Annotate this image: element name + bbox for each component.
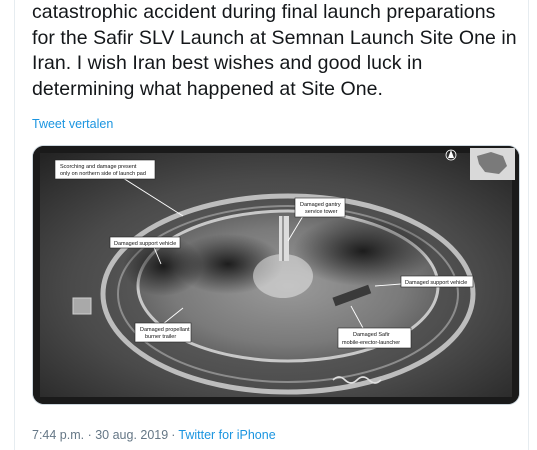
annotation-support-right: Damaged support vehicle bbox=[400, 275, 474, 288]
svg-text:mobile-erector-launcher: mobile-erector-launcher bbox=[342, 340, 400, 346]
source-link[interactable]: Twitter for iPhone bbox=[178, 428, 275, 442]
svg-text:Damaged support vehicle: Damaged support vehicle bbox=[114, 241, 176, 247]
tweet-text-line-1: catastrophic accident during final launc… bbox=[32, 1, 496, 23]
tweet-text-line-3: Iran. I wish Iran best wishes and good l… bbox=[32, 52, 423, 74]
timestamp-link[interactable]: 7:44 p.m. · 30 aug. 2019 bbox=[32, 428, 168, 442]
annotation-propellant: Damaged propellant burner trailer bbox=[134, 322, 192, 343]
svg-text:Damaged Safir: Damaged Safir bbox=[353, 332, 390, 338]
satellite-image: Scorching and damage present only on nor… bbox=[33, 146, 519, 404]
annotation-support-left: Damaged support vehicle bbox=[109, 236, 181, 249]
tweet-text-line-4: determining what happened at Site One. bbox=[32, 77, 383, 100]
scorch-mark-right bbox=[293, 216, 433, 286]
svg-text:Damaged gantry: Damaged gantry bbox=[300, 202, 341, 208]
tweet-text-line-2: for the Safir SLV Launch at Semnan Launc… bbox=[32, 26, 517, 49]
svg-text:burner trailer: burner trailer bbox=[145, 334, 176, 340]
gantry-tower bbox=[279, 216, 289, 261]
meta-separator: · bbox=[171, 428, 176, 442]
tweet-text: catastrophic accident during final launc… bbox=[32, 0, 522, 102]
svg-text:Damaged support vehicle: Damaged support vehicle bbox=[405, 280, 467, 286]
svg-text:only on northern side of launc: only on northern side of launch pad bbox=[60, 171, 146, 177]
translate-tweet-link[interactable]: Tweet vertalen bbox=[32, 117, 113, 131]
tweet-card: catastrophic accident during final launc… bbox=[14, 0, 529, 450]
svg-text:service tower: service tower bbox=[305, 209, 338, 215]
svg-text:Damaged propellant: Damaged propellant bbox=[140, 327, 190, 333]
tweet-meta: 7:44 p.m. · 30 aug. 2019 · Twitter for iPh… bbox=[32, 428, 276, 442]
building-left bbox=[72, 297, 92, 315]
svg-text:Scorching and damage present: Scorching and damage present bbox=[60, 164, 137, 170]
annotation-gantry: Damaged gantry service tower bbox=[294, 197, 346, 218]
tweet-photo[interactable]: Scorching and damage present only on nor… bbox=[32, 145, 520, 405]
annotation-safir: Damaged Safir mobile-erector-launcher bbox=[337, 327, 412, 349]
annotation-scorching: Scorching and damage present only on nor… bbox=[54, 159, 156, 180]
